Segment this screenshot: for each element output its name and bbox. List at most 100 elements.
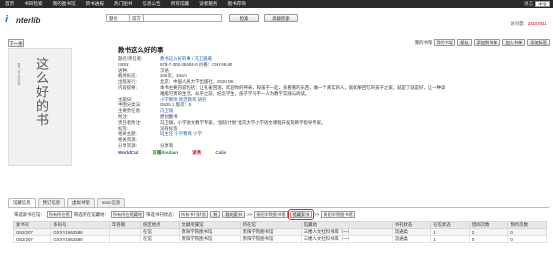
resource-logo[interactable]: WorldCat [118,150,138,155]
save-button[interactable]: 保存 [457,39,472,46]
add-to-cart-button[interactable]: 添加到书车 [473,39,501,46]
my-call-number-button[interactable]: 我的索书 [222,211,246,218]
column-header[interactable]: 索书号 [12,221,52,229]
column-header[interactable]: 预约次数 [507,221,547,229]
table-cell: 贵阳学院图书馆 [178,235,241,243]
nav-item[interactable]: 热门图书 [109,1,137,7]
table-cell: 在馆 [139,235,180,243]
book-cover-image: 这么好的书 教书 这么好的事 [8,48,72,166]
column-header[interactable]: 文献所属馆 [178,221,241,229]
table-cell [108,235,141,243]
target-library-select[interactable]: 贵阳学院图书馆 [254,211,288,218]
table-cell: 贵阳学院图书馆 [178,228,241,236]
resource-logo[interactable]: 读秀 [192,150,201,156]
campus-filter-select[interactable]: 所有所在馆藏地 [110,211,145,218]
table-row[interactable]: G62/207 GXXY1662586 在馆 贵阳学院图书馆 贵阳学院图书馆 三楼人文社科… [12,228,547,236]
search-button[interactable]: 检索 [229,14,259,22]
language-label: 语言 [524,1,534,6]
search-input[interactable] [144,14,222,22]
resource-logo[interactable]: 豆瓣douban [152,150,178,156]
cover-title-art: 这么好的书 [33,57,48,127]
field-value: 冯卫雄，小学语文教学专家，“国培计划”北京大学小学语文课程开发及教学指导专家。 [160,119,326,125]
field-value: 分享到 [160,142,174,148]
add-tag-button[interactable]: 添加标签 [527,39,550,46]
target-library-select-2[interactable]: 贵阳学院图书馆 [321,211,355,218]
column-header[interactable]: 馆藏地 [300,221,393,229]
page-header: i nterlib 题名 前方 检索 高级检索 访问量：23157811 [0,8,553,32]
nav-item[interactable]: 我的图书馆 [48,1,81,7]
search-field-select[interactable]: 题名 [106,14,130,22]
location-filter-select[interactable]: 所有所在馆 [46,211,72,218]
table-cell: 流通类 [391,235,432,243]
interlib-logo[interactable]: i nterlib [5,12,45,27]
table-cell: 2 [468,228,509,236]
table-header-row: 索书号 条码号 年卷期 校区地点 文献所属馆 所在馆 馆藏地 书刊状态 在馆状态 借阅次数 预约次数 [12,221,547,229]
table-row[interactable]: G62/207 GXXY1662588 在馆 贵阳学院图书馆 贵阳学院图书馆 三楼人文社科… [12,235,547,243]
nav-item[interactable]: 所有馆藏 [166,1,194,7]
arrow-separator-2: >> [314,212,320,217]
advanced-search-button[interactable]: 高级检索 [264,14,298,22]
book-title: 教书这么好的事 [118,47,164,54]
table-cell: 贵阳学院图书馆 [239,228,302,236]
table-cell: G62/207 [12,228,52,236]
next-record-button[interactable]: 下一条 [8,39,24,47]
table-cell: 三楼人文社科书库（一） [300,228,393,236]
table-cell: G62/207 [12,235,52,243]
book-detail: 教书这么好的事 题名/责任者: 教书这么好的事 / 冯卫雄著 ISBN: 978-7-… [118,44,448,156]
holding-tabs: 馆藏信息 预订信息 虚拟书架 marc信息 [8,198,126,207]
status-filter-select[interactable]: 所有书刊状态 [178,211,209,218]
nav-item[interactable]: 书目检索 [19,1,47,7]
column-header[interactable]: 所在馆 [239,221,302,229]
table-cell: 1 [430,228,470,236]
cover-subtitle-art: 教书 这么好的事 [17,63,21,85]
table-cell: 0 [507,235,547,243]
tab-2[interactable]: 虚拟书架 [67,198,95,207]
nav-item[interactable]: 信息公告 [137,1,165,7]
language-select[interactable]: 中文 [535,1,550,7]
column-header[interactable]: 年卷期 [108,221,141,229]
tab-0[interactable]: 馆藏信息 [8,198,36,207]
top-navigation-bar: 首页 书目检索 我的图书馆 新书通报 热门图书 信息公告 所有馆藏 读者服务 图书荐购 语言 中文 [0,0,553,8]
column-header[interactable]: 在馆状态 [430,221,470,229]
nav-item[interactable]: 首页 [0,1,19,7]
nav-item[interactable]: 新书通报 [81,1,109,7]
column-header[interactable]: 书刊状态 [391,221,432,229]
campus-filter-label: 筛选所在馆藏地： [73,211,109,217]
resource-logo[interactable]: Calis [215,150,226,155]
table-cell: 流通类 [391,228,432,236]
nav-item[interactable]: 图书荐购 [223,1,251,7]
resource-logos: WorldCat 豆瓣douban 读秀 Calis [118,150,448,156]
detail-field-row: 分享资源: 分享到 [118,143,448,149]
table-cell: 三楼人文社科书库（一） [300,235,393,243]
field-value[interactable]: 班主任 小学教育 小学 [160,131,202,137]
holding-call-number-button[interactable]: 馆藏索书 [287,209,315,220]
table-cell: 0 [507,228,547,236]
visit-label: 访问量： [510,21,528,26]
language-switch: 语言 中文 [524,1,550,7]
logo-mark: i [5,15,9,25]
holding-filter-bar: 筛选索书在馆： 所有所在馆 筛选所在馆藏地： 所有所在馆藏地 筛选书刊状态： 所… [14,209,355,220]
add-to-list-button[interactable]: 加入书单 [502,39,526,46]
table-cell: 1 [430,235,470,243]
field-label: 分享资源: [118,142,137,148]
search-bar: 题名 前方 检索 高级检索 [106,14,298,22]
search-match-select[interactable]: 前方 [130,14,144,22]
tab-3[interactable]: marc信息 [96,198,126,207]
logo-text: nterlib [16,16,41,25]
tab-1[interactable]: 预订信息 [37,198,66,207]
nav-item[interactable]: 读者服务 [194,1,222,7]
table-cell: 在馆 [139,228,180,236]
column-header[interactable]: 校区地点 [139,221,180,229]
status-filter-label: 筛选书刊状态： [146,211,177,217]
visit-counter: 访问量：23157811 [510,21,547,27]
column-header[interactable]: 借阅次数 [468,221,509,229]
tab-divider [8,207,549,208]
table-cell: GXXY1662586 [50,228,110,236]
table-cell: 贵阳学院图书馆 [239,235,302,243]
field-value: 978-7-300-28404-0 价格：CNY49.80 [160,61,233,67]
holdings-table: 索书号 条码号 年卷期 校区地点 文献所属馆 所在馆 馆藏地 书刊状态 在馆状态 借阅次数 预约次数… [12,221,547,243]
table-body: G62/207 GXXY1662586 在馆 贵阳学院图书馆 贵阳学院图书馆 三楼人文社科… [12,228,547,243]
filter-go-button[interactable]: 到 [210,211,221,218]
visit-count: 23157811 [527,21,547,26]
column-header[interactable]: 条码号 [50,221,110,229]
